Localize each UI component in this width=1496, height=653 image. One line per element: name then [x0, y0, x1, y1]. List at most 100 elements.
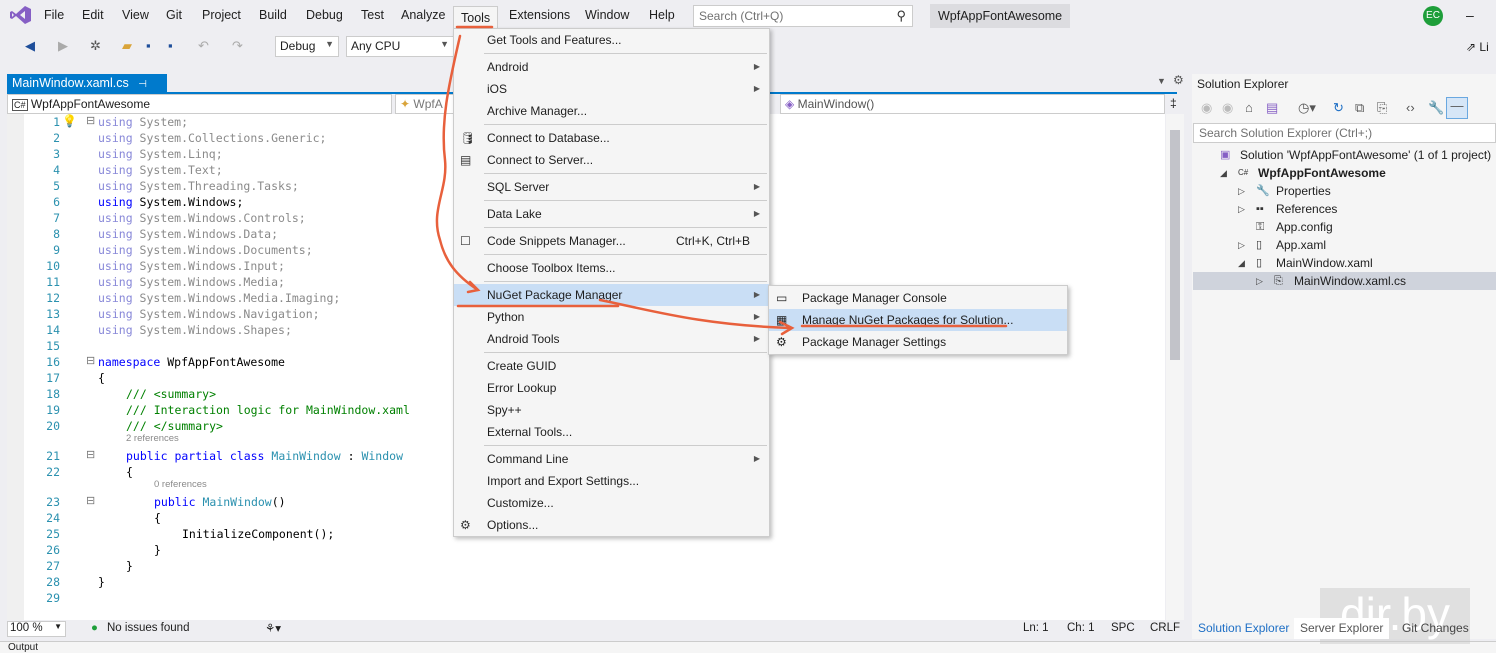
- code-line[interactable]: using System.Windows.Shapes;: [98, 323, 292, 337]
- code-line[interactable]: using System.Threading.Tasks;: [98, 179, 299, 193]
- menu-item-import-and-export-settings[interactable]: Import and Export Settings...: [454, 470, 769, 492]
- expanded-arrow-icon[interactable]: ◢: [1238, 254, 1245, 272]
- preview-selected-items-icon[interactable]: —: [1446, 97, 1468, 119]
- submenu-item-manage-nuget-packages-for-solution[interactable]: Manage NuGet Packages for Solution... ▦: [769, 309, 1067, 331]
- code-line[interactable]: /// </summary>: [126, 419, 223, 433]
- menu-item-customize[interactable]: Customize...: [454, 492, 769, 514]
- menu-window[interactable]: Window: [585, 8, 629, 22]
- forward-icon[interactable]: ◉: [1222, 100, 1233, 116]
- show-all-files-icon[interactable]: ⎘: [1377, 100, 1387, 116]
- cleanup-brush-icon[interactable]: ⚘▾: [265, 621, 281, 635]
- code-line[interactable]: }: [98, 575, 105, 589]
- collapsed-arrow-icon[interactable]: ▷: [1238, 200, 1245, 218]
- code-line[interactable]: using System.Windows.Data;: [98, 227, 278, 241]
- menu-item-get-tools-and-features[interactable]: Get Tools and Features...: [454, 29, 769, 51]
- menu-item-android[interactable]: Android ▶: [454, 56, 769, 78]
- collapse-toggle-icon[interactable]: ⊟: [86, 448, 95, 461]
- collapsed-arrow-icon[interactable]: ▷: [1238, 236, 1245, 254]
- expanded-arrow-icon[interactable]: ◢: [1220, 164, 1227, 182]
- settings-gear-icon[interactable]: ⚙: [1173, 73, 1184, 87]
- code-line[interactable]: using System.Windows.Controls;: [98, 211, 306, 225]
- menu-analyze[interactable]: Analyze: [401, 8, 445, 22]
- live-share-button[interactable]: ⇗ Li: [1466, 40, 1489, 54]
- tree-item[interactable]: ▣ Solution 'WpfAppFontAwesome' (1 of 1 pr…: [1193, 146, 1496, 164]
- split-editor-icon[interactable]: ‡: [1170, 96, 1177, 110]
- new-project-icon[interactable]: ✲: [90, 38, 101, 54]
- menu-item-spy[interactable]: Spy++: [454, 399, 769, 421]
- tree-item[interactable]: ◢ C# WpfAppFontAwesome: [1193, 164, 1496, 182]
- menu-help[interactable]: Help: [649, 8, 675, 22]
- pin-icon[interactable]: ⊣: [138, 79, 147, 90]
- output-panel-header[interactable]: Output: [0, 641, 1496, 653]
- submenu-item-package-manager-console[interactable]: Package Manager Console ▭: [769, 287, 1067, 309]
- menu-item-android-tools[interactable]: Android Tools ▶: [454, 328, 769, 350]
- open-folder-icon[interactable]: ▰: [122, 38, 132, 54]
- tab-mainwindow-xaml-cs[interactable]: MainWindow.xaml.cs ⊣ ✕: [7, 74, 167, 105]
- code-line[interactable]: namespace WpfAppFontAwesome: [98, 355, 285, 369]
- code-line[interactable]: }: [126, 559, 133, 573]
- tree-item[interactable]: ▷ ⎘ MainWindow.xaml.cs: [1193, 272, 1496, 290]
- code-line[interactable]: using System.Linq;: [98, 147, 223, 161]
- menu-edit[interactable]: Edit: [82, 8, 104, 22]
- menu-debug[interactable]: Debug: [306, 8, 343, 22]
- tree-item[interactable]: ▷ ▯ App.xaml: [1193, 236, 1496, 254]
- menu-git[interactable]: Git: [166, 8, 182, 22]
- properties-wrench-icon[interactable]: 🔧: [1428, 100, 1444, 116]
- menu-item-ios[interactable]: iOS ▶: [454, 78, 769, 100]
- menu-item-options[interactable]: Options... ⚙: [454, 514, 769, 536]
- menu-item-python[interactable]: Python ▶: [454, 306, 769, 328]
- code-line[interactable]: InitializeComponent();: [182, 527, 334, 541]
- whitespace-mode[interactable]: SPC: [1111, 622, 1135, 634]
- collapse-all-icon[interactable]: ⧉: [1355, 100, 1364, 116]
- tree-item[interactable]: ⚿ App.config: [1193, 218, 1496, 236]
- forward-icon[interactable]: ▶: [58, 38, 68, 54]
- project-nav-dropdown[interactable]: C# WpfAppFontAwesome: [7, 94, 392, 114]
- code-line[interactable]: /// Interaction logic for MainWindow.xam…: [126, 403, 410, 417]
- menu-item-code-snippets-manager[interactable]: Code Snippets Manager... ☐ Ctrl+K, Ctrl+B: [454, 230, 769, 252]
- undo-icon[interactable]: ↶: [198, 38, 209, 54]
- pending-changes-filter-icon[interactable]: ◷▾: [1298, 100, 1316, 116]
- configuration-select[interactable]: Debug ▼: [275, 36, 339, 57]
- save-all-icon[interactable]: ▪: [168, 38, 173, 53]
- collapse-toggle-icon[interactable]: ⊟: [86, 494, 95, 507]
- menu-build[interactable]: Build: [259, 8, 287, 22]
- redo-icon[interactable]: ↷: [232, 38, 243, 54]
- tab-list-dropdown-icon[interactable]: ▼: [1157, 76, 1166, 86]
- menu-item-connect-to-database[interactable]: Connect to Database... 🛢: [454, 127, 769, 149]
- menu-item-data-lake[interactable]: Data Lake ▶: [454, 203, 769, 225]
- view-code-icon[interactable]: ‹›: [1406, 100, 1415, 115]
- scrollbar-thumb[interactable]: [1170, 130, 1180, 360]
- menu-item-create-guid[interactable]: Create GUID: [454, 355, 769, 377]
- menu-item-archive-manager[interactable]: Archive Manager...: [454, 100, 769, 122]
- search-input[interactable]: Search (Ctrl+Q) ⚲: [693, 5, 913, 27]
- menu-project[interactable]: Project: [202, 8, 241, 22]
- lightbulb-icon[interactable]: 💡: [62, 114, 77, 128]
- menu-item-nuget-package-manager[interactable]: NuGet Package Manager ▶: [454, 284, 769, 306]
- back-icon[interactable]: ◀: [25, 38, 35, 54]
- menu-item-choose-toolbox-items[interactable]: Choose Toolbox Items...: [454, 257, 769, 279]
- platform-select[interactable]: Any CPU ▼: [346, 36, 454, 57]
- tree-item[interactable]: ▷ ▪▪ References: [1193, 200, 1496, 218]
- codelens-references[interactable]: 0 references: [154, 479, 207, 490]
- code-line[interactable]: public partial class MainWindow : Window: [126, 449, 403, 463]
- code-line[interactable]: using System.Windows.Media;: [98, 275, 285, 289]
- menu-item-error-lookup[interactable]: Error Lookup: [454, 377, 769, 399]
- collapsed-arrow-icon[interactable]: ▷: [1256, 272, 1263, 290]
- tree-item[interactable]: ▷ 🔧 Properties: [1193, 182, 1496, 200]
- class-nav-dropdown[interactable]: ✦ WpfA: [395, 94, 455, 114]
- code-line[interactable]: {: [98, 371, 105, 385]
- code-line[interactable]: public MainWindow(): [154, 495, 286, 509]
- tab-server-explorer[interactable]: Server Explorer: [1294, 618, 1390, 639]
- code-line[interactable]: using System.Windows.Documents;: [98, 243, 313, 257]
- menu-extensions[interactable]: Extensions: [509, 8, 570, 22]
- menu-file[interactable]: File: [44, 8, 64, 22]
- issues-status[interactable]: No issues found: [107, 622, 189, 634]
- menu-test[interactable]: Test: [361, 8, 384, 22]
- zoom-select[interactable]: 100 % ▼: [7, 621, 66, 637]
- minimize-button[interactable]: –: [1466, 7, 1474, 23]
- solution-explorer-search[interactable]: Search Solution Explorer (Ctrl+;): [1193, 123, 1496, 143]
- code-line[interactable]: {: [126, 465, 133, 479]
- code-line[interactable]: using System.Windows.Media.Imaging;: [98, 291, 340, 305]
- code-line[interactable]: using System.Windows;: [98, 195, 243, 209]
- code-line[interactable]: using System.Collections.Generic;: [98, 131, 327, 145]
